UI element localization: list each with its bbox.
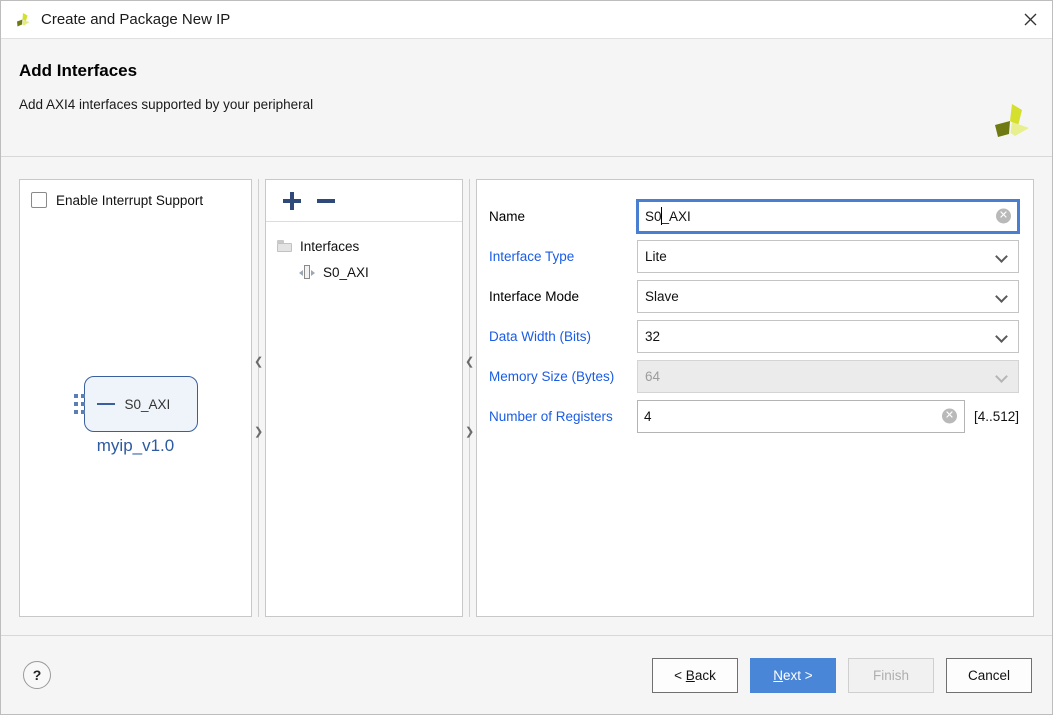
tree-item-interfaces[interactable]: Interfaces [266,233,462,259]
splitter-right[interactable]: ❮ ❯ [463,179,476,617]
chevron-right-icon[interactable]: ❯ [254,427,263,438]
back-button[interactable]: < Back [652,658,738,693]
chevron-down-icon [997,331,1008,342]
create-package-ip-dialog: Create and Package New IP Add Interfaces… [0,0,1053,715]
interface-mode-value: Slave [645,289,679,304]
num-registers-label: Number of Registers [489,409,637,424]
ip-preview-panel: Enable Interrupt Support S0_AXI myip_v1.… [19,179,252,617]
data-width-select[interactable]: 32 [637,320,1019,353]
next-button[interactable]: Next > [750,658,836,693]
xilinx-pinwheel-logo [990,101,1032,143]
ip-block-shape[interactable]: S0_AXI [84,376,198,432]
interface-mode-select[interactable]: Slave [637,280,1019,313]
chevron-left-icon[interactable]: ❮ [254,357,263,368]
num-registers-range-note: [4..512] [974,409,1019,424]
chevron-left-icon[interactable]: ❮ [465,357,474,368]
back-post: ack [695,668,716,683]
dialog-footer: ? < Back Next > Finish Cancel [1,635,1052,714]
data-width-label: Data Width (Bits) [489,329,637,344]
interface-mode-label: Interface Mode [489,289,637,304]
data-width-value: 32 [645,329,660,344]
interfaces-tree-panel: Interfaces S0_AXI [265,179,463,617]
tree-item-label: Interfaces [300,239,359,254]
tree-item-s0-axi[interactable]: S0_AXI [266,259,462,285]
row-name: Name ✕ [489,196,1019,236]
finish-button: Finish [848,658,934,693]
interface-mode-field-wrap: Slave [637,280,1019,313]
memory-size-label: Memory Size (Bytes) [489,369,637,384]
help-button[interactable]: ? [23,661,51,689]
memory-size-select: 64 [637,360,1019,393]
page-title: Add Interfaces [19,61,1034,81]
port-dash-icon [97,403,115,406]
memory-size-value: 64 [645,369,660,384]
next-key: N [773,668,783,683]
tree-item-label: S0_AXI [323,265,369,280]
panels-container: Enable Interrupt Support S0_AXI myip_v1.… [19,179,1034,617]
chevron-right-icon[interactable]: ❯ [465,427,474,438]
next-post: ext > [783,668,813,683]
clear-circle-icon[interactable]: ✕ [996,209,1011,224]
folder-icon [277,240,292,252]
interfaces-tree: Interfaces S0_AXI [266,222,462,285]
splitter-left[interactable]: ❮ ❯ [252,179,265,617]
row-data-width: Data Width (Bits) 32 [489,316,1019,356]
window-title: Create and Package New IP [41,11,230,28]
row-memory-size: Memory Size (Bytes) 64 [489,356,1019,396]
ip-block-row: S0_AXI [74,376,198,432]
bus-interface-icon [299,265,315,279]
ip-block-name: myip_v1.0 [97,436,174,456]
dialog-body: Enable Interrupt Support S0_AXI myip_v1.… [1,157,1052,635]
bus-pins-icon [74,394,85,414]
cancel-button[interactable]: Cancel [946,658,1032,693]
chevron-down-icon [997,251,1008,262]
chevron-down-icon [997,291,1008,302]
name-input[interactable] [637,200,1019,233]
interface-type-label: Interface Type [489,249,637,264]
vivado-logo-icon [13,10,33,30]
enable-interrupt-support-label: Enable Interrupt Support [56,193,203,208]
ip-block-diagram: S0_AXI myip_v1.0 [20,376,251,456]
enable-interrupt-support-checkbox[interactable] [31,192,47,208]
interface-type-value: Lite [645,249,667,264]
back-key: B [686,668,695,683]
back-pre: < [674,668,686,683]
enable-interrupt-support-checkbox-row[interactable]: Enable Interrupt Support [20,192,251,208]
data-width-field-wrap: 32 [637,320,1019,353]
tree-toolbar [266,180,462,222]
page-header: Add Interfaces Add AXI4 interfaces suppo… [1,39,1052,157]
interface-type-select[interactable]: Lite [637,240,1019,273]
chevron-down-icon [997,371,1008,382]
interface-properties-panel: Name ✕ Interface Type Lite [476,179,1034,617]
num-registers-input[interactable] [637,400,965,433]
interface-type-field-wrap: Lite [637,240,1019,273]
add-interface-button[interactable] [283,192,301,210]
remove-interface-button[interactable] [317,192,335,210]
page-subtitle: Add AXI4 interfaces supported by your pe… [19,97,1034,112]
splitter-bar [469,179,470,617]
row-interface-mode: Interface Mode Slave [489,276,1019,316]
memory-size-field-wrap: 64 [637,360,1019,393]
close-icon[interactable] [1008,1,1052,38]
title-bar: Create and Package New IP [1,1,1052,39]
row-num-registers: Number of Registers ✕ [4..512] [489,396,1019,436]
footer-button-group: < Back Next > Finish Cancel [652,658,1032,693]
splitter-bar [258,179,259,617]
ip-block-port-label: S0_AXI [125,397,171,412]
name-field-wrap: ✕ [637,200,1019,233]
text-caret [661,207,662,225]
name-label: Name [489,209,637,224]
num-registers-field-wrap: ✕ [637,400,965,433]
row-interface-type: Interface Type Lite [489,236,1019,276]
clear-circle-icon[interactable]: ✕ [942,409,957,424]
